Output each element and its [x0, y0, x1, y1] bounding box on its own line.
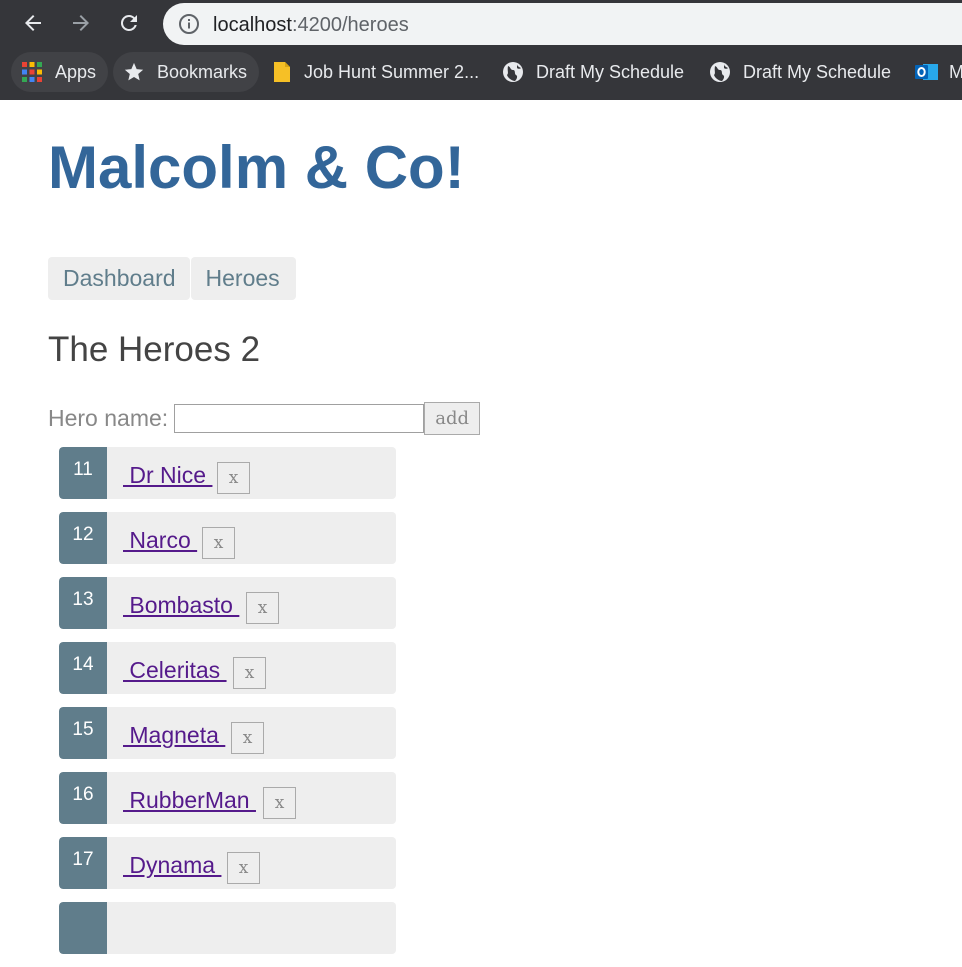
back-button[interactable] — [18, 8, 48, 38]
delete-hero-button[interactable]: x — [246, 592, 279, 624]
nav-heroes-link[interactable]: Heroes — [190, 257, 296, 300]
hero-name-link[interactable]: Dr Nice — [123, 462, 212, 489]
hero-id-badge — [59, 902, 107, 954]
reload-button[interactable] — [114, 8, 144, 38]
add-hero-form: Hero name: add — [48, 402, 481, 435]
bookmark-label: Draft My Schedule — [536, 61, 685, 82]
delete-hero-button[interactable]: x — [231, 722, 264, 754]
globe-icon — [502, 61, 524, 83]
bookmark-bookmarks[interactable]: Bookmarks — [113, 52, 260, 92]
bookmark-label: M — [949, 61, 962, 82]
reload-icon — [120, 14, 137, 31]
bookmark-label: Apps — [55, 61, 97, 82]
heroes-heading: The Heroes 2 — [48, 330, 261, 369]
hero-name-link[interactable]: RubberMan — [123, 787, 256, 814]
hero-list: 11 Dr Nice x 12 Narco x 13 Bombasto x 14 Ce… — [59, 447, 396, 967]
main-nav: Dashboard Heroes — [48, 257, 296, 300]
hero-name-link[interactable]: Bombasto — [123, 592, 239, 619]
bookmark-apps[interactable]: Apps — [11, 52, 109, 92]
forward-arrow-icon — [73, 15, 89, 31]
url-text: localhost:4200/heroes — [213, 14, 409, 36]
hero-list-item[interactable]: 14 Celeritas x — [59, 642, 396, 694]
bookmark-draft-schedule-1[interactable]: Draft My Schedule — [502, 52, 684, 92]
hero-name-input[interactable] — [174, 404, 425, 433]
hero-id-badge: 14 — [59, 642, 107, 694]
hero-id-badge: 13 — [59, 577, 107, 629]
hero-id-badge: 17 — [59, 837, 107, 889]
hero-name-link[interactable]: Narco — [123, 527, 197, 554]
page-title: Malcolm & Co! — [48, 134, 465, 201]
star-icon — [123, 61, 145, 83]
hero-list-item[interactable]: 17 Dynama x — [59, 837, 396, 889]
hero-name-link[interactable]: Celeritas — [123, 657, 227, 684]
hero-list-item[interactable]: 11 Dr Nice x — [59, 447, 396, 499]
bookmark-job-hunt[interactable]: Job Hunt Summer 2... — [272, 52, 479, 92]
forward-button[interactable] — [66, 8, 96, 38]
bookmark-label: Job Hunt Summer 2... — [304, 61, 480, 82]
address-bar[interactable]: localhost:4200/heroes — [163, 3, 962, 45]
hero-id-badge: 16 — [59, 772, 107, 824]
hero-list-item[interactable]: 15 Magneta x — [59, 707, 396, 759]
delete-hero-button[interactable]: x — [202, 527, 235, 559]
hero-name-label: Hero name: — [48, 405, 169, 431]
bookmark-outlook[interactable]: M — [915, 52, 962, 92]
bookmark-draft-schedule-2[interactable]: Draft My Schedule — [709, 52, 891, 92]
bookmarks-bar: Apps Bookmarks Job Hunt Summer 2... Draf… — [0, 50, 962, 94]
delete-hero-button[interactable]: x — [263, 787, 296, 819]
bookmark-label: Draft My Schedule — [743, 61, 892, 82]
delete-hero-button[interactable]: x — [227, 852, 260, 884]
browser-chrome: localhost:4200/heroes Apps Bookmarks Job… — [0, 0, 962, 100]
hero-list-item[interactable]: 12 Narco x — [59, 512, 396, 564]
delete-hero-button[interactable]: x — [233, 657, 266, 689]
bookmark-label: Bookmarks — [157, 61, 248, 82]
back-arrow-icon — [25, 15, 41, 31]
hero-name-link[interactable]: Magneta — [123, 722, 225, 749]
globe-icon — [709, 61, 731, 83]
hero-id-badge: 11 — [59, 447, 107, 499]
info-icon[interactable] — [178, 13, 200, 40]
add-hero-button[interactable]: add — [424, 402, 481, 435]
outlook-icon — [915, 61, 939, 83]
delete-hero-button[interactable]: x — [217, 462, 250, 494]
hero-name-link[interactable]: Dynama — [123, 852, 221, 879]
hero-id-badge: 12 — [59, 512, 107, 564]
hero-list-item[interactable]: 13 Bombasto x — [59, 577, 396, 629]
apps-grid-icon — [21, 61, 43, 83]
hero-id-badge: 15 — [59, 707, 107, 759]
hero-list-item[interactable] — [59, 902, 396, 954]
nav-dashboard-link[interactable]: Dashboard — [48, 257, 190, 300]
hero-list-item[interactable]: 16 RubberMan x — [59, 772, 396, 824]
document-icon — [272, 61, 292, 83]
